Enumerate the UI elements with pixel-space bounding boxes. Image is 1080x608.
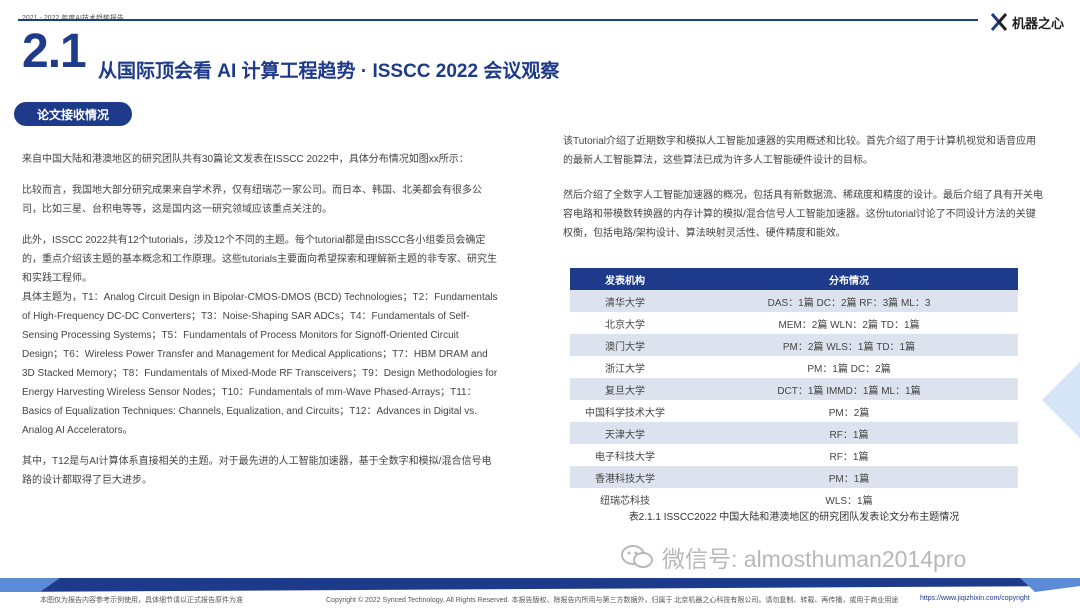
- table-cell: 天津大学: [570, 422, 680, 444]
- watermark: 微信号: almosthuman2014pro: [620, 540, 966, 574]
- table-cell: 电子科技大学: [570, 444, 680, 466]
- table-cell: 浙江大学: [570, 356, 680, 378]
- table-row: 中国科学技术大学 PM：2篇: [570, 400, 1018, 422]
- table-row: 浙江大学 PM：1篇 DC：2篇: [570, 356, 1018, 378]
- table-cell: WLS：1篇: [680, 488, 1018, 510]
- logo-icon: [990, 13, 1008, 31]
- paragraph: 比较而言，我国地大部分研究成果来自学术界，仅有纽瑞芯一家公司。而日本、韩国、北美…: [22, 185, 482, 215]
- decorative-shape: [1042, 362, 1080, 438]
- table-cell: 复旦大学: [570, 378, 680, 400]
- footer-band: [0, 578, 1080, 592]
- table-row: 天津大学 RF：1篇: [570, 422, 1018, 444]
- paragraph: 该Tutorial介绍了近期数字和模拟人工智能加速器的实用概述和比较。首先介绍了…: [563, 136, 1036, 166]
- table-cell: 清华大学: [570, 290, 680, 312]
- table-cell: DCT：1篇 IMMD：1篇 ML：1篇: [680, 378, 1018, 400]
- table-cell: 香港科技大学: [570, 466, 680, 488]
- table-row: 北京大学 MEM：2篇 WLN：2篇 TD：1篇: [570, 312, 1018, 334]
- right-column: 该Tutorial介绍了近期数字和模拟人工智能加速器的实用概述和比较。首先介绍了…: [563, 132, 1043, 259]
- section-title: 从国际顶会看 AI 计算工程趋势 · ISSCC 2022 会议观察: [98, 61, 560, 82]
- table-row: 清华大学 DAS：1篇 DC：2篇 RF：3篇 ML：3: [570, 290, 1018, 312]
- footer-note: 本图仅为报告内容参考示例使用，具体细节请以正式报告原件为准: [40, 597, 243, 604]
- table-row: 复旦大学 DCT：1篇 IMMD：1篇 ML：1篇: [570, 378, 1018, 400]
- header-divider: [18, 19, 978, 21]
- table-cell: MEM：2篇 WLN：2篇 TD：1篇: [680, 312, 1018, 334]
- table-header-cell: 分布情况: [680, 268, 1018, 290]
- left-column: 来自中国大陆和港澳地区的研究团队共有30篇论文发表在ISSCC 2022中，具体…: [22, 150, 500, 502]
- watermark-text: 微信号: almosthuman2014pro: [662, 546, 967, 572]
- table-cell: RF：1篇: [680, 444, 1018, 466]
- table-row: 香港科技大学 PM：1篇: [570, 466, 1018, 488]
- table-row: 澳门大学 PM：2篇 WLS：1篇 TD：1篇: [570, 334, 1018, 356]
- table-cell: 纽瑞芯科技: [570, 488, 680, 510]
- section-pill: 论文接收情况: [14, 102, 132, 126]
- report-label: 2021 - 2022 年度AI技术趋势报告: [22, 13, 124, 23]
- table-row: 电子科技大学 RF：1篇: [570, 444, 1018, 466]
- distribution-table: 发表机构 分布情况 清华大学 DAS：1篇 DC：2篇 RF：3篇 ML：3 北京…: [570, 268, 1018, 510]
- paragraph: 其中，T12是与AI计算体系直接相关的主题。对于最先进的人工智能加速器，基于全数…: [22, 456, 492, 486]
- table-row: 纽瑞芯科技 WLS：1篇: [570, 488, 1018, 510]
- table-cell: 中国科学技术大学: [570, 400, 680, 422]
- table-cell: 澳门大学: [570, 334, 680, 356]
- section-number: 2.1: [22, 25, 87, 78]
- table-cell: DAS：1篇 DC：2篇 RF：3篇 ML：3: [680, 290, 1018, 312]
- table-cell: PM：1篇 DC：2篇: [680, 356, 1018, 378]
- paragraph: 来自中国大陆和港澳地区的研究团队共有30篇论文发表在ISSCC 2022中，具体…: [22, 154, 469, 165]
- table-header-row: 发表机构 分布情况: [570, 268, 1018, 290]
- paragraph: 具体主题为，T1：Analog Circuit Design in Bipola…: [22, 292, 498, 436]
- footer-link[interactable]: https://www.jiqizhixin.com/copyright: [920, 595, 1030, 602]
- wechat-icon: [621, 545, 653, 568]
- logo-text: 机器之心: [1012, 15, 1065, 31]
- paragraph: 然后介绍了全数字人工智能加速器的概况，包括具有新数据流、稀疏度和精度的设计。最后…: [563, 190, 1043, 239]
- table-cell: PM：2篇: [680, 400, 1018, 422]
- footer-copyright: Copyright © 2022 Synced Technology. All …: [326, 597, 899, 604]
- table-cell: 北京大学: [570, 312, 680, 334]
- table-cell: PM：1篇: [680, 466, 1018, 488]
- logo: 机器之心: [990, 12, 1064, 32]
- paragraph: 此外，ISSCC 2022共有12个tutorials，涉及12个不同的主题。每…: [22, 235, 498, 284]
- table-cell: PM：2篇 WLS：1篇 TD：1篇: [680, 334, 1018, 356]
- table-header-cell: 发表机构: [570, 268, 680, 290]
- table-cell: RF：1篇: [680, 422, 1018, 444]
- table-caption: 表2.1.1 ISSCC2022 中国大陆和港澳地区的研究团队发表论文分布主题情…: [628, 512, 960, 523]
